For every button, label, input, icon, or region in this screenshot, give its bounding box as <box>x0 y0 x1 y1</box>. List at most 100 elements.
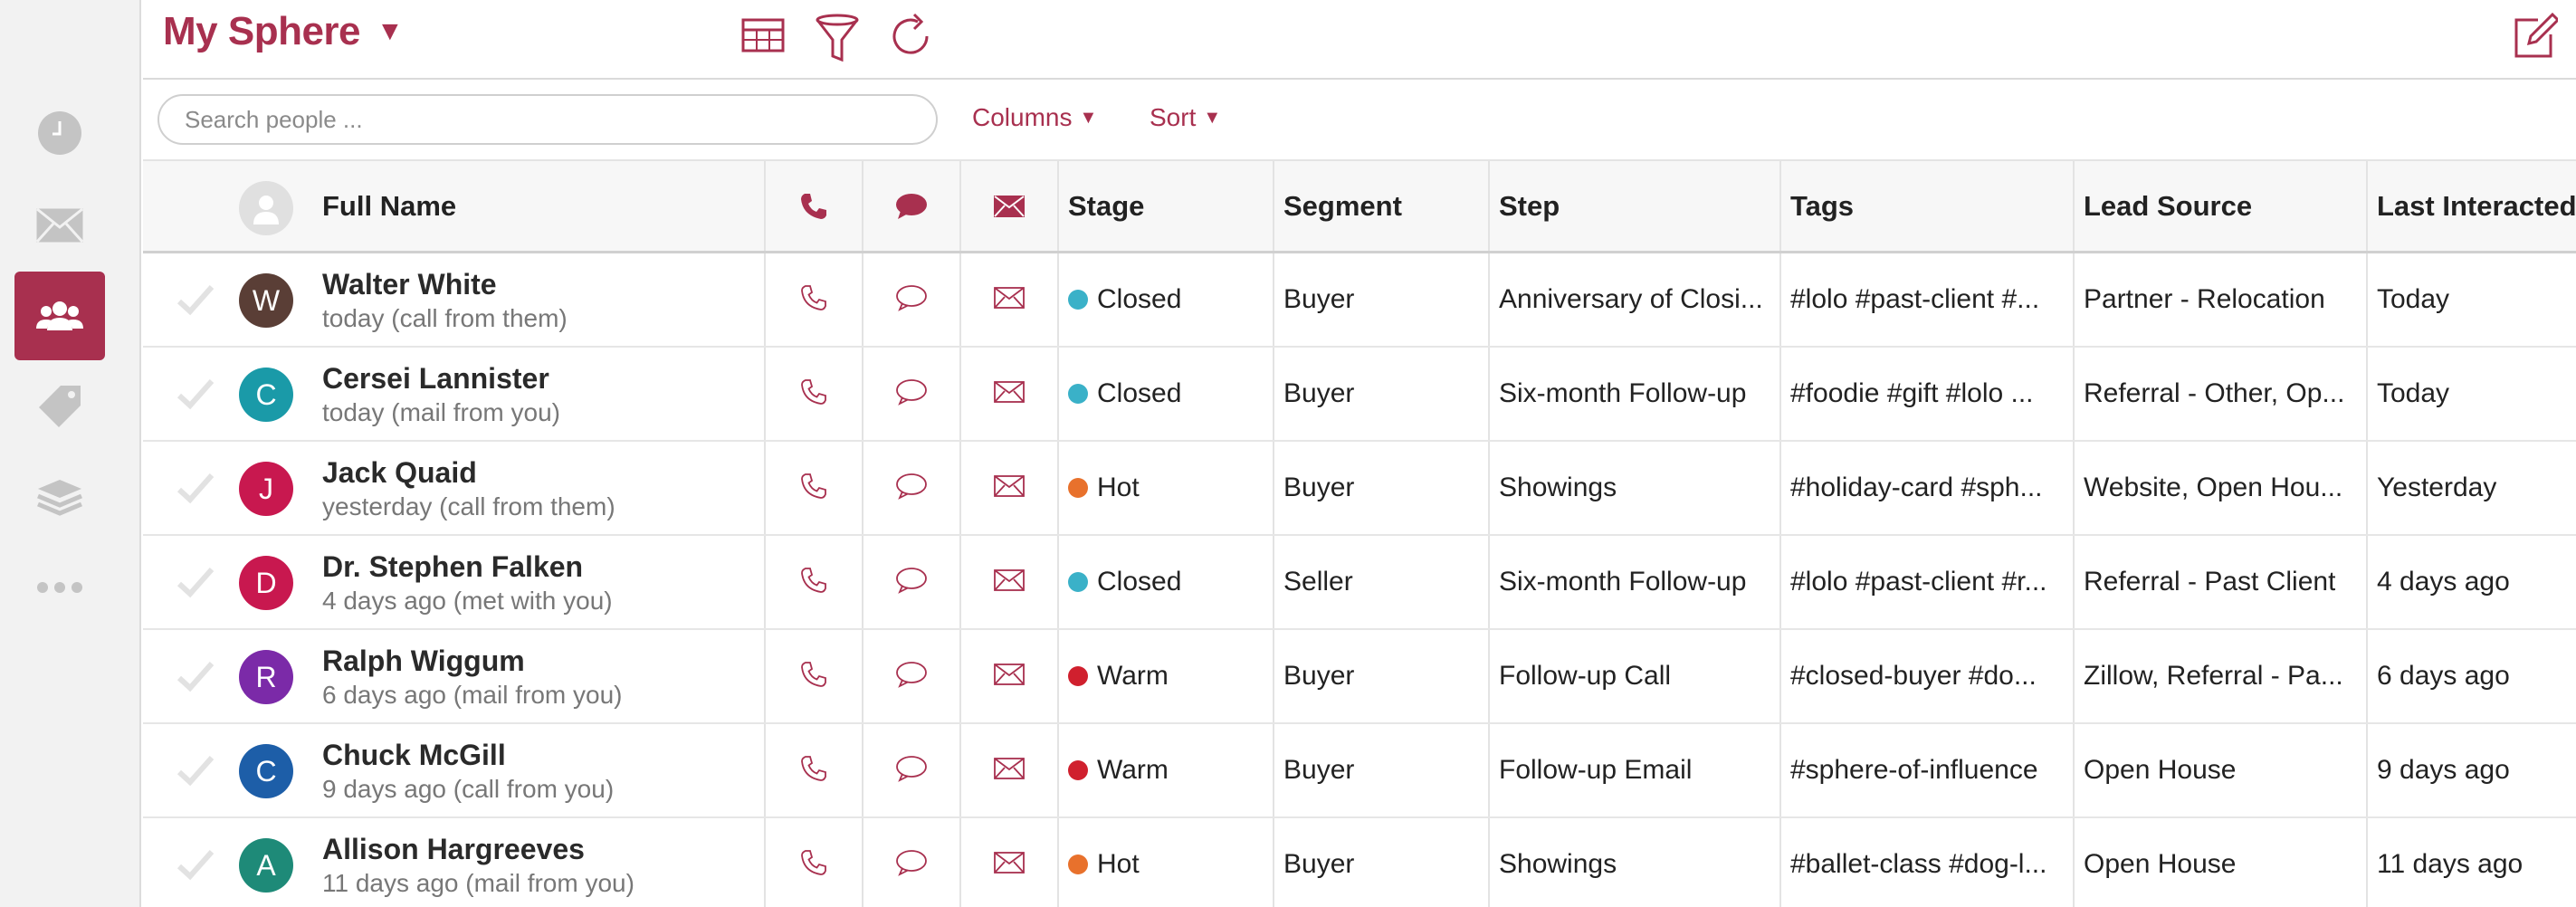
refresh-button[interactable] <box>887 13 934 64</box>
stage-cell: Closed <box>1068 253 1181 346</box>
email-button[interactable] <box>961 536 1057 628</box>
avatar: J <box>239 462 293 516</box>
email-button[interactable] <box>961 348 1057 440</box>
columns-dropdown[interactable]: Columns ▼ <box>972 103 1097 132</box>
step-cell: Anniversary of Closi... <box>1499 284 1763 314</box>
sidebar-item-segments[interactable] <box>14 453 105 541</box>
person-name[interactable]: Jack Quaid <box>322 456 477 490</box>
header-tags[interactable]: Tags <box>1790 161 1854 251</box>
header-last-interacted[interactable]: Last Interacted <box>2377 161 2576 251</box>
row-checkbox[interactable] <box>176 253 215 346</box>
stage-dot <box>1068 384 1088 404</box>
text-button[interactable] <box>863 348 959 440</box>
avatar: C <box>239 368 293 422</box>
phone-icon <box>801 193 826 219</box>
call-button[interactable] <box>766 536 862 628</box>
lead-source-cell: Partner - Relocation <box>2084 284 2325 314</box>
search-row: Columns ▼ Sort ▼ <box>143 81 2576 159</box>
person-name[interactable]: Allison Hargreeves <box>322 833 585 866</box>
person-name[interactable]: Walter White <box>322 268 497 301</box>
table-row[interactable]: J Jack Quaid yesterday (call from them) … <box>143 442 2576 536</box>
text-button[interactable] <box>863 253 959 346</box>
text-button[interactable] <box>863 818 959 907</box>
table-row[interactable]: W Walter White today (call from them) Cl… <box>143 253 2576 348</box>
header-lead-source[interactable]: Lead Source <box>2084 161 2252 251</box>
last-interacted-cell: Today <box>2377 378 2450 408</box>
person-name[interactable]: Ralph Wiggum <box>322 644 525 678</box>
last-interacted-cell: Yesterday <box>2377 473 2497 502</box>
person-name[interactable]: Cersei Lannister <box>322 362 549 396</box>
sphere-selector[interactable]: My Sphere ▼ <box>163 9 404 54</box>
stage-cell: Closed <box>1068 348 1181 440</box>
table-row[interactable]: A Allison Hargreeves 11 days ago (mail f… <box>143 818 2576 907</box>
phone-icon <box>799 283 828 317</box>
text-button[interactable] <box>863 724 959 816</box>
person-name[interactable]: Dr. Stephen Falken <box>322 550 583 584</box>
last-activity: today (call from them) <box>322 304 568 332</box>
header: My Sphere ▼ <box>143 0 2576 80</box>
table-row[interactable]: C Chuck McGill 9 days ago (call from you… <box>143 724 2576 818</box>
call-button[interactable] <box>766 818 862 907</box>
row-checkbox[interactable] <box>176 724 215 816</box>
search-input[interactable] <box>157 94 938 145</box>
table-view-button[interactable] <box>740 13 786 62</box>
sidebar-item-activity[interactable] <box>14 89 105 177</box>
table-row[interactable]: D Dr. Stephen Falken 4 days ago (met wit… <box>143 536 2576 630</box>
tags-cell: #foodie #gift #lolo ... <box>1790 378 2034 408</box>
more-icon <box>37 582 82 593</box>
sort-dropdown[interactable]: Sort ▼ <box>1150 103 1221 132</box>
email-button[interactable] <box>961 442 1057 534</box>
segment-cell: Seller <box>1283 567 1353 597</box>
stage-cell: Warm <box>1068 630 1169 722</box>
lead-source-cell: Referral - Other, Op... <box>2084 378 2345 408</box>
envelope-icon <box>994 474 1025 501</box>
last-interacted-cell: 9 days ago <box>2377 755 2510 785</box>
row-checkbox[interactable] <box>176 536 215 628</box>
call-button[interactable] <box>766 724 862 816</box>
text-button[interactable] <box>863 536 959 628</box>
call-button[interactable] <box>766 253 862 346</box>
tags-cell: #closed-buyer #do... <box>1790 661 2037 691</box>
call-button[interactable] <box>766 630 862 722</box>
header-stage[interactable]: Stage <box>1068 161 1144 251</box>
row-checkbox[interactable] <box>176 630 215 722</box>
lead-source-cell: Referral - Past Client <box>2084 567 2336 597</box>
row-checkbox[interactable] <box>176 442 215 534</box>
people-table: Full Name Stage Segment Step Tags Lead S… <box>143 159 2576 907</box>
table-row[interactable]: R Ralph Wiggum 6 days ago (mail from you… <box>143 630 2576 724</box>
email-button[interactable] <box>961 253 1057 346</box>
header-step[interactable]: Step <box>1499 161 1560 251</box>
text-button[interactable] <box>863 630 959 722</box>
last-activity: 4 days ago (met with you) <box>322 587 613 615</box>
header-full-name[interactable]: Full Name <box>322 161 456 251</box>
stage-dot <box>1068 666 1088 686</box>
email-button[interactable] <box>961 724 1057 816</box>
last-interacted-cell: 11 days ago <box>2377 849 2524 879</box>
call-button[interactable] <box>766 348 862 440</box>
sidebar-item-mail[interactable] <box>14 181 105 270</box>
row-checkbox[interactable] <box>176 818 215 907</box>
compose-button[interactable] <box>2513 12 2561 64</box>
sidebar-item-people[interactable] <box>14 272 105 360</box>
last-activity: 11 days ago (mail from you) <box>322 869 634 897</box>
chat-bubble-icon <box>895 755 928 787</box>
chevron-down-icon: ▼ <box>1079 107 1098 128</box>
tags-cell: #ballet-class #dog-l... <box>1790 849 2047 879</box>
envelope-icon <box>994 195 1025 217</box>
person-name[interactable]: Chuck McGill <box>322 739 506 772</box>
last-activity: 6 days ago (mail from you) <box>322 681 623 709</box>
row-checkbox[interactable] <box>176 348 215 440</box>
email-button[interactable] <box>961 630 1057 722</box>
sidebar-item-more[interactable] <box>14 543 105 632</box>
avatar: A <box>239 838 293 893</box>
header-segment[interactable]: Segment <box>1283 161 1402 251</box>
chat-bubble-icon <box>895 849 928 881</box>
phone-icon <box>799 472 828 505</box>
filter-button[interactable] <box>815 13 860 66</box>
table-row[interactable]: C Cersei Lannister today (mail from you)… <box>143 348 2576 442</box>
text-button[interactable] <box>863 442 959 534</box>
sidebar-item-tags[interactable] <box>14 362 105 451</box>
call-button[interactable] <box>766 442 862 534</box>
email-button[interactable] <box>961 818 1057 907</box>
phone-icon <box>799 660 828 693</box>
